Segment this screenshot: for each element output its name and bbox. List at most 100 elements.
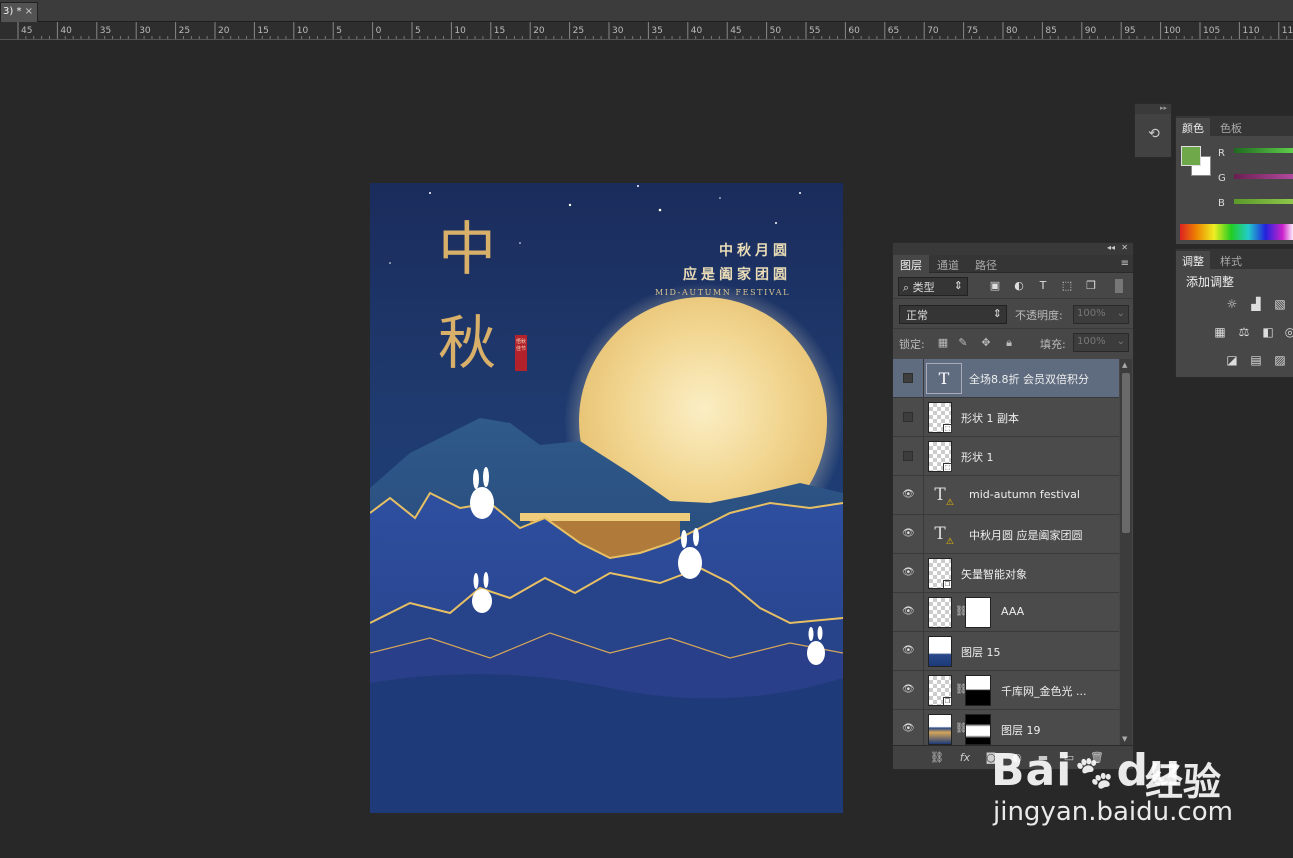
lock-row: 锁定: ▦ ✎ ✥ 🔒︎ 填充: 100% ⌄ [893, 331, 1133, 357]
layer-filter-label: 类型 [912, 281, 935, 294]
visibility-toggle[interactable] [903, 451, 913, 461]
lock-all-icon[interactable]: 🔒︎ [1002, 336, 1016, 350]
layer-name: 千库网_金色光 ... [1001, 685, 1087, 698]
invert-icon[interactable]: ◪ [1224, 353, 1240, 367]
hue-saturation-icon[interactable]: ▦ [1212, 325, 1228, 339]
text-layer-thumbnail: T ⚠ [934, 485, 954, 508]
close-panel-icon[interactable]: ✕ [1121, 243, 1128, 252]
fill-input[interactable]: 100% ⌄ [1073, 333, 1129, 352]
tab-paths[interactable]: 路径 [968, 255, 1004, 273]
ruler-label: 65 [888, 26, 899, 36]
layer-filter-row: ⌕ 类型 ⇕ ▣ ◐ T ⬚ ❐ [893, 273, 1133, 299]
lock-move-icon[interactable]: ✥ [979, 336, 993, 350]
brightness-icon[interactable]: ☼ [1224, 297, 1240, 311]
layer-row[interactable]: 👁︎ ⛓ AAA [893, 593, 1119, 632]
opacity-input[interactable]: 100% ⌄ [1073, 305, 1129, 324]
ruler-label: 105 [1203, 26, 1220, 36]
watermark-brand-1: Bai [991, 745, 1073, 796]
layer-row[interactable]: 👁︎ ❐ ⛓ 千库网_金色光 ... [893, 671, 1119, 710]
layer-row[interactable]: 👁︎ ❐ 矢量智能对象 [893, 554, 1119, 593]
layer-filter-select[interactable]: ⌕ 类型 ⇕ [898, 277, 968, 296]
eye-icon[interactable]: 👁︎ [902, 528, 915, 540]
scroll-up-icon[interactable]: ▲ [1122, 361, 1127, 369]
ruler-label: 10 [454, 26, 466, 36]
layer-mask-thumbnail[interactable] [965, 714, 991, 745]
blend-mode-select[interactable]: 正常 ⇕ [899, 305, 1007, 324]
document-tab-bar: 3) * × [0, 0, 1293, 22]
layer-name: 形状 1 副本 [961, 412, 1019, 425]
color-balance-icon[interactable]: ⚖ [1236, 325, 1252, 339]
layer-name: 中秋月圆 应是阖家团圆 [969, 529, 1083, 542]
tab-color[interactable]: 颜色 [1176, 118, 1210, 136]
selective-color-icon[interactable]: ▨ [1272, 353, 1288, 367]
filter-type-icon[interactable]: T [1036, 279, 1050, 293]
eye-icon[interactable]: 👁︎ [902, 684, 915, 696]
filter-pixel-icon[interactable]: ▣ [988, 279, 1002, 293]
levels-icon[interactable]: ▟ [1248, 297, 1264, 311]
poster-seal: 悟秋佳节 [515, 335, 527, 371]
horizontal-ruler[interactable]: 45 40 35 30 25 20 15 10 5 0 5 10 15 20 25 30 35 40 45 50 55 6… [0, 22, 1293, 40]
panel-menu-icon[interactable]: ≡ [1121, 258, 1129, 269]
channel-g-slider[interactable] [1234, 174, 1293, 179]
foreground-color-swatch[interactable] [1181, 146, 1201, 166]
chevron-down-icon: ⇕ [992, 307, 1002, 320]
photo-filter-icon[interactable]: ◎ [1282, 325, 1293, 339]
ruler-ticks: 45 40 35 30 25 20 15 10 5 0 5 10 15 20 25 30 35 40 45 50 55 6… [17, 22, 1293, 39]
curves-icon[interactable]: ▧ [1272, 297, 1288, 311]
filter-toggle[interactable] [1115, 279, 1123, 293]
filter-adjustment-icon[interactable]: ◐ [1012, 279, 1026, 293]
history-icon[interactable]: ⟲ [1143, 126, 1165, 146]
visibility-toggle[interactable] [903, 373, 913, 383]
color-spectrum-bar[interactable] [1180, 224, 1293, 240]
ruler-label: 40 [691, 26, 703, 36]
scroll-down-icon[interactable]: ▼ [1122, 735, 1127, 743]
eye-icon[interactable]: 👁︎ [902, 723, 915, 735]
channel-b-slider[interactable] [1234, 199, 1293, 204]
layer-mask-thumbnail[interactable] [965, 675, 991, 706]
layer-name: 形状 1 [961, 451, 994, 464]
lock-transparent-icon[interactable]: ▦ [936, 336, 950, 350]
tab-channels[interactable]: 通道 [930, 255, 966, 273]
close-icon[interactable]: × [25, 6, 33, 17]
channel-r-slider[interactable] [1234, 148, 1293, 153]
tab-swatches[interactable]: 色板 [1214, 118, 1248, 136]
opacity-label: 不透明度: [1015, 309, 1063, 322]
layer-mask-thumbnail[interactable] [965, 597, 991, 628]
ruler-label: 80 [1006, 26, 1018, 36]
layer-name: 全场8.8折 会员双倍积分 [969, 373, 1089, 386]
eye-icon[interactable]: 👁︎ [902, 567, 915, 579]
filter-shape-icon[interactable]: ⬚ [1060, 279, 1074, 293]
collapse-icon[interactable]: ◂◂ [1107, 243, 1115, 252]
tab-layers[interactable]: 图层 [893, 255, 929, 273]
link-layers-icon[interactable]: ⛓ [929, 750, 945, 766]
eye-icon[interactable]: 👁︎ [902, 606, 915, 618]
visibility-toggle[interactable] [903, 412, 913, 422]
scroll-thumb[interactable] [1122, 373, 1130, 533]
layer-row[interactable]: ⬚ 形状 1 副本 [893, 398, 1119, 437]
ruler-label: 25 [179, 26, 190, 36]
ruler-label: 5 [415, 26, 421, 36]
document-tab[interactable]: 3) * × [0, 2, 38, 22]
tab-styles[interactable]: 样式 [1214, 251, 1248, 269]
fx-icon[interactable]: fx [957, 750, 973, 766]
gradient-map-icon[interactable]: ▤ [1248, 353, 1264, 367]
layer-row[interactable]: ⬚ 形状 1 [893, 437, 1119, 476]
watermark-url: jingyan.baidu.com [993, 797, 1233, 827]
layer-row[interactable]: 👁︎ ⛓ 图层 19 [893, 710, 1119, 745]
filter-smart-object-icon[interactable]: ❐ [1084, 279, 1098, 293]
tab-adjustments[interactable]: 调整 [1176, 251, 1210, 269]
layer-row[interactable]: 👁︎ 图层 15 [893, 632, 1119, 671]
canvas-poster[interactable]: 中 秋 悟秋佳节 中秋月圆 应是阖家团圆 MID-AUTUMN FESTIVAL [370, 183, 843, 813]
ruler-label: 50 [770, 26, 782, 36]
layers-scrollbar[interactable]: ▲ ▼ [1120, 359, 1132, 745]
lock-brush-icon[interactable]: ✎ [956, 336, 970, 350]
black-white-icon[interactable]: ◧ [1260, 325, 1276, 339]
layer-row[interactable]: 👁︎ T ⚠ mid-autumn festival [893, 476, 1119, 515]
layer-row[interactable]: T 全场8.8折 会员双倍积分 [893, 359, 1119, 398]
layer-row[interactable]: 👁︎ T ⚠ 中秋月圆 应是阖家团圆 [893, 515, 1119, 554]
ruler-label: 90 [1085, 26, 1097, 36]
dock-expand-button[interactable]: ▸▸ [1135, 104, 1171, 114]
channel-g-label: G [1218, 173, 1226, 184]
eye-icon[interactable]: 👁︎ [902, 489, 915, 501]
eye-icon[interactable]: 👁︎ [902, 645, 915, 657]
